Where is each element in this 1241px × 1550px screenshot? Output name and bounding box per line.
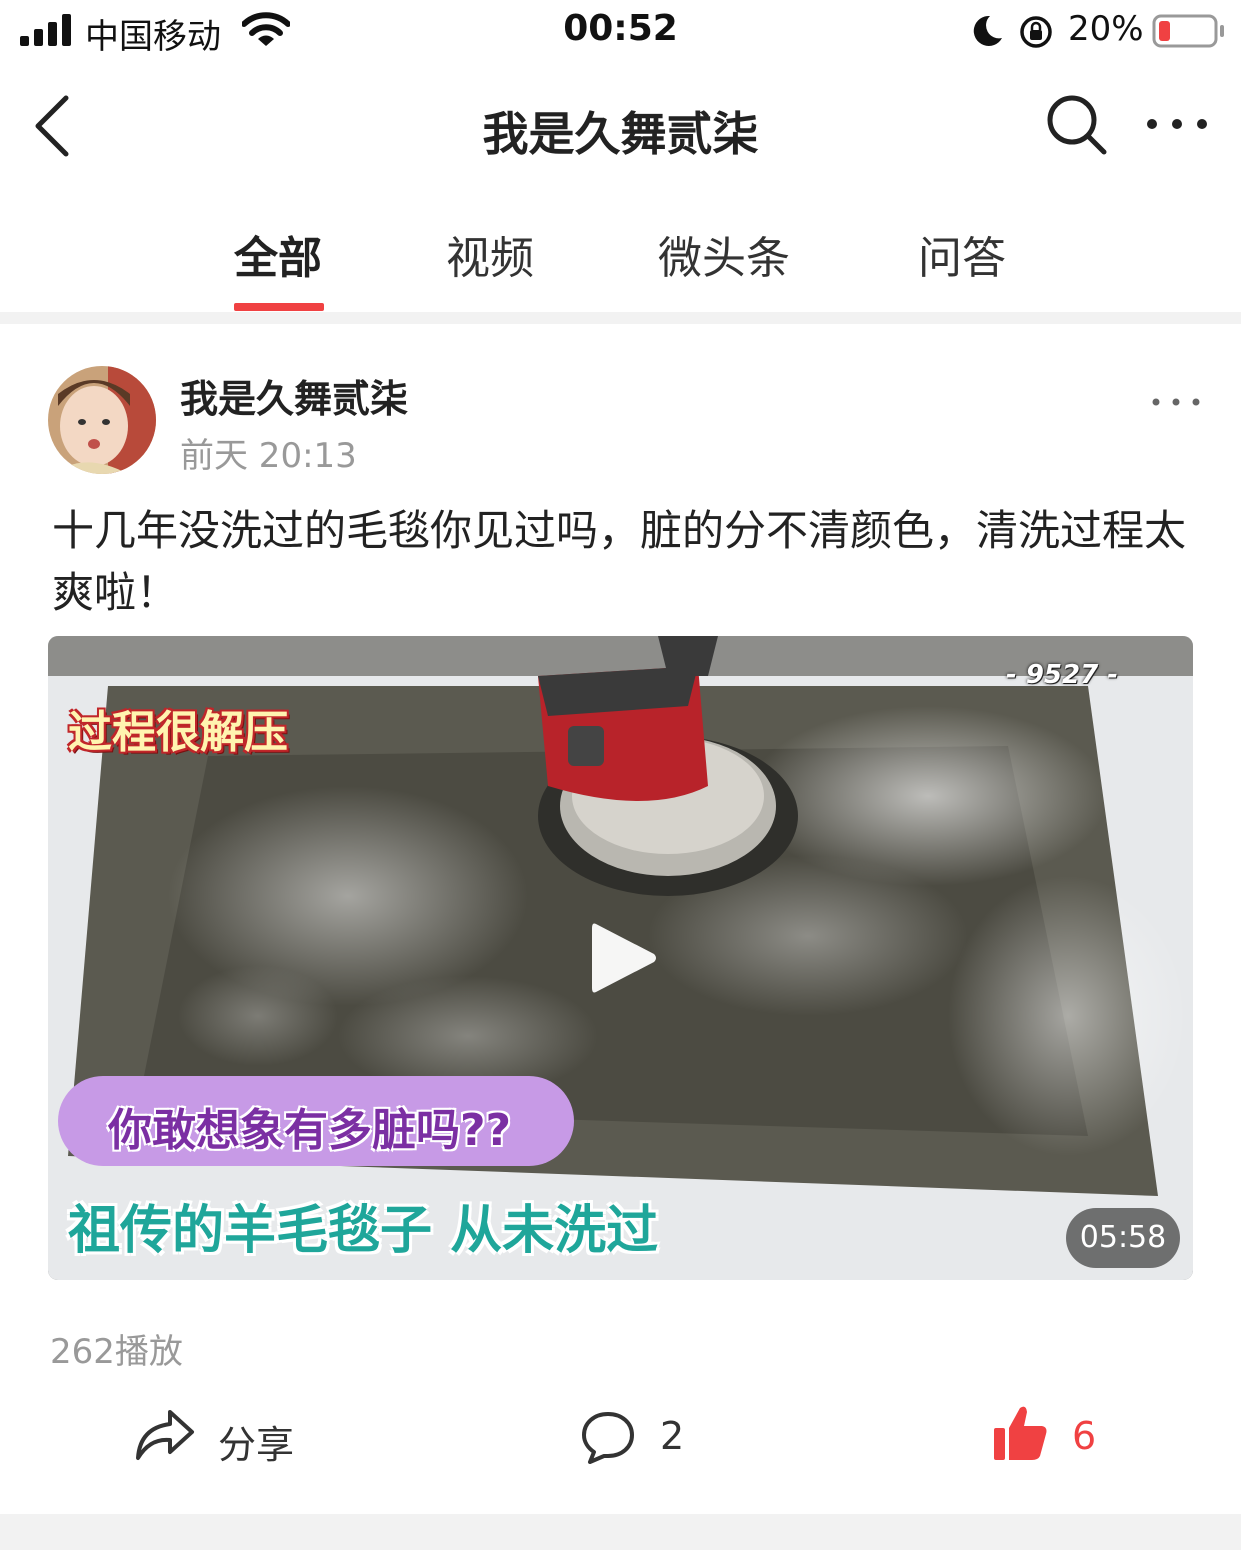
share-icon[interactable] — [134, 1406, 196, 1464]
battery-percent: 20% — [1068, 9, 1144, 49]
video-caption-top: 过程很解压 — [68, 707, 288, 758]
post-text[interactable]: 十几年没洗过的毛毯你见过吗，脏的分不清颜色，清洗过程太爽啦！ — [52, 500, 1192, 624]
post-more-icon[interactable] — [1150, 390, 1202, 414]
tab-qa[interactable]: 问答 — [918, 222, 1006, 286]
post-time: 前天 20:13 — [180, 436, 357, 476]
status-bar: 中国移动 00:52 20% — [0, 0, 1241, 64]
search-icon[interactable] — [1044, 92, 1110, 158]
tab-bar: 全部 视频 微头条 问答 — [0, 200, 1241, 312]
tab-micro-headline[interactable]: 微头条 — [658, 222, 790, 286]
video-thumbnail[interactable]: - 9527 - 过程很解压 你敢想象有多脏吗?? 祖传的羊毛毯子 从未洗过 0… — [48, 636, 1193, 1280]
play-icon[interactable] — [588, 918, 660, 998]
status-time: 00:52 — [563, 8, 678, 49]
play-count: 262播放 — [50, 1332, 183, 1372]
active-tab-indicator — [234, 303, 324, 311]
avatar[interactable] — [48, 366, 156, 474]
comment-icon[interactable] — [580, 1410, 636, 1464]
thumbs-up-icon[interactable] — [992, 1404, 1048, 1462]
video-duration: 05:58 — [1066, 1208, 1180, 1268]
video-watermark: - 9527 - — [1006, 660, 1119, 690]
like-count[interactable]: 6 — [1072, 1414, 1096, 1458]
nav-bar: 我是久舞贰柒 — [0, 64, 1241, 184]
section-divider-bottom — [0, 1514, 1241, 1550]
comment-count[interactable]: 2 — [660, 1414, 684, 1458]
more-horizontal-icon[interactable] — [1144, 106, 1210, 142]
tab-all[interactable]: 全部 — [234, 222, 322, 286]
rotation-lock-icon — [1020, 16, 1052, 48]
battery-icon — [1152, 14, 1224, 48]
video-caption-pill-text: 你敢想象有多脏吗?? — [108, 1105, 512, 1156]
video-caption-bottom: 祖传的羊毛毯子 从未洗过 — [68, 1201, 659, 1261]
tab-video[interactable]: 视频 — [446, 222, 534, 286]
author-name[interactable]: 我是久舞贰柒 — [180, 368, 408, 423]
share-button[interactable]: 分享 — [218, 1414, 294, 1469]
moon-icon — [973, 15, 1002, 46]
section-divider — [0, 312, 1241, 324]
